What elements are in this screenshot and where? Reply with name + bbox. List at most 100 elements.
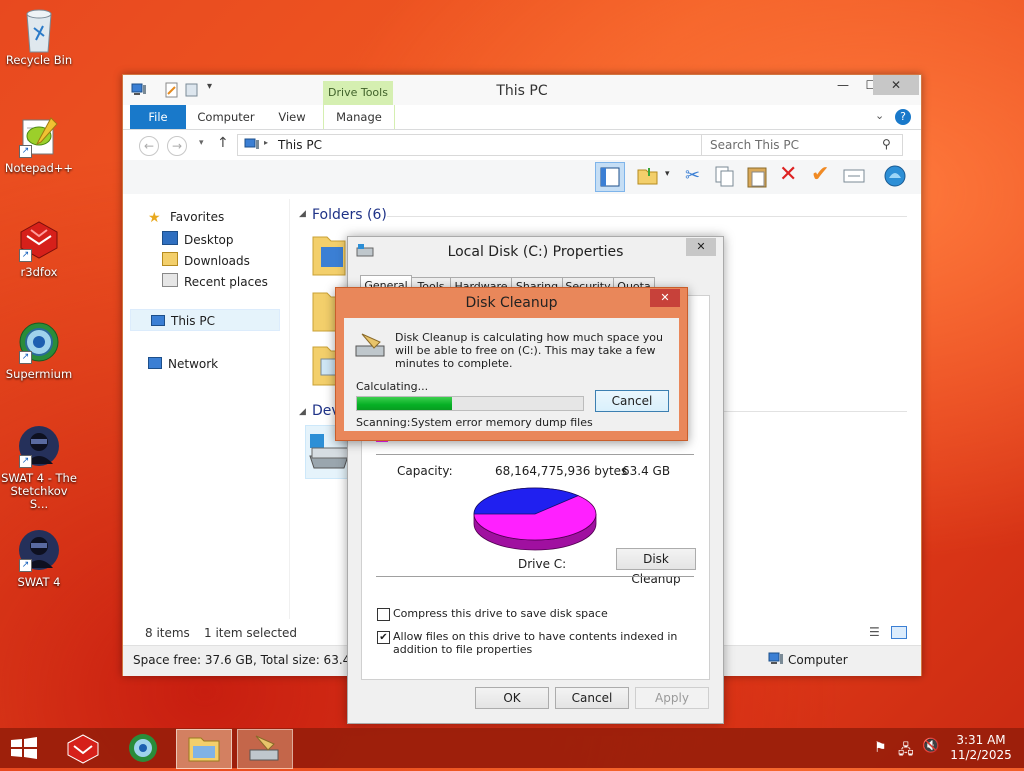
nav-network-label: Network [168,357,219,371]
nav-recent-places[interactable]: Recent places [162,273,268,289]
desktop-icon-recycle-bin[interactable]: Recycle Bin [0,6,78,67]
disk-cleanup-button[interactable]: Disk Cleanup [616,548,696,586]
taskbar-file-explorer[interactable] [176,729,232,769]
address-bar[interactable]: ▸ This PC ⌄ [237,134,765,156]
cleanup-body: Disk Cleanup is calculating how much spa… [344,318,679,431]
checkmark-icon[interactable]: ✔ [811,162,829,187]
computer-icon [151,315,165,326]
compress-label: Compress this drive to save disk space [393,607,608,620]
desktop-icon-swat4-stetchkov[interactable]: ↗ SWAT 4 - The Stetchkov S... [0,424,78,511]
clock[interactable]: 3:31 AM 11/2/2025 [946,733,1016,763]
copy-icon[interactable] [715,166,735,191]
nav-downloads[interactable]: Downloads [162,252,250,268]
index-checkbox[interactable]: ✔ [377,631,390,644]
help-icon[interactable]: ? [895,109,911,125]
content-divider [289,199,290,619]
tab-computer[interactable]: Computer [189,105,263,129]
paste-icon[interactable] [747,165,769,192]
cleanup-title: Disk Cleanup [465,295,558,311]
disk-cleanup-icon [354,332,388,363]
folders-group-header[interactable]: Folders (6) [312,207,387,223]
cleanup-cancel-button[interactable]: Cancel [595,390,669,412]
rename-icon[interactable] [843,169,865,186]
nav-desktop-label: Desktop [184,233,234,247]
volume-muted-icon[interactable]: 🔇 [922,738,939,754]
forward-icon[interactable]: → [167,136,187,156]
navigation-pane: ★ Favorites Desktop Downloads Recent plac… [130,199,288,619]
nav-this-pc[interactable]: This PC [130,309,280,331]
options-icon[interactable] [883,164,907,191]
calculating-label: Calculating... [356,380,429,393]
explorer-titlebar[interactable]: ▾ This PC — ☐ ✕ Drive Tools [123,75,921,105]
ribbon-expand-icon[interactable]: ⌄ [875,109,884,122]
recent-places-icon [162,273,178,287]
separator [376,576,694,577]
network-tray-icon[interactable]: 🖧 [898,739,914,763]
details-view-icon[interactable]: ☰ [869,625,880,639]
details-space-text: Space free: 37.6 GB, Total size: 63.4 GB [133,653,372,667]
search-input[interactable]: Search This PC ⚲ [701,134,903,156]
progress-fill [357,397,452,410]
nav-desktop[interactable]: Desktop [162,231,234,247]
progress-bar [356,396,584,411]
desktop-icon-label: Supermium [5,367,73,381]
back-icon[interactable]: ← [139,136,159,156]
close-button[interactable]: ✕ [873,75,919,95]
shortcut-arrow-icon: ↗ [19,455,32,468]
nav-network[interactable]: Network [148,357,218,371]
preview-pane-icon[interactable] [595,162,625,192]
action-center-flag-icon[interactable]: ⚑ [874,740,887,756]
open-folder-icon[interactable] [637,166,659,189]
desktop-icon-label: r3dfox [20,265,58,279]
open-dropdown-icon[interactable]: ▾ [665,169,670,179]
status-item-count: 8 items [145,626,190,640]
supermium-icon: ↗ [17,320,61,364]
minimize-button[interactable]: — [829,75,857,95]
properties-titlebar[interactable]: Local Disk (C:) Properties ✕ [348,237,723,265]
disk-cleanup-dialog[interactable]: Disk Cleanup ✕ Disk Cleanup is calculati… [335,287,688,441]
clock-time: 3:31 AM [956,733,1006,747]
cancel-button[interactable]: Cancel [555,687,629,709]
search-icon: ⚲ [882,137,891,151]
swat4-icon: ↗ [17,528,61,572]
properties-close-button[interactable]: ✕ [686,238,716,256]
desktop-icon-r3dfox[interactable]: ↗ r3dfox [0,218,78,279]
desktop-icon-notepadpp[interactable]: ↗ Notepad++ [0,114,78,175]
collapse-folders-icon[interactable]: ◢ [299,209,306,219]
collapse-devices-icon[interactable]: ◢ [299,407,306,417]
taskbar-supermium[interactable] [116,729,170,767]
recent-locations-icon[interactable]: ▾ [199,138,204,148]
tab-file[interactable]: File [130,105,186,129]
large-icons-view-icon[interactable] [891,626,907,639]
folders-group-rule [387,216,907,217]
cleanup-close-button[interactable]: ✕ [650,289,680,307]
delete-icon[interactable]: ✕ [779,162,797,187]
computer-icon [768,652,784,669]
start-button[interactable] [10,737,38,762]
clock-date: 11/2/2025 [950,748,1012,762]
explorer-title: This PC [496,83,548,99]
tab-manage[interactable]: Manage [323,105,395,129]
taskbar-r3dfox[interactable] [56,729,110,767]
up-icon[interactable]: ↑ [217,135,229,151]
ok-button[interactable]: OK [475,687,549,709]
taskbar-disk-cleanup[interactable] [237,729,293,769]
breadcrumb-separator-icon: ▸ [264,138,269,147]
folder-item[interactable] [311,233,347,280]
tab-view[interactable]: View [269,105,315,129]
desktop-icon-label: Notepad++ [4,161,74,175]
star-icon: ★ [148,210,161,226]
desktop-icon-supermium[interactable]: ↗ Supermium [0,320,78,381]
apply-button[interactable]: Apply [635,687,709,709]
swat4-stetchkov-icon: ↗ [17,424,61,468]
nav-this-pc-label: This PC [171,314,215,328]
cleanup-message: Disk Cleanup is calculating how much spa… [395,331,663,370]
compress-checkbox[interactable] [377,608,390,621]
cut-icon[interactable]: ✂ [685,165,700,186]
desktop-icon-label: SWAT 4 - The Stetchkov S... [1,471,77,511]
nav-favorites[interactable]: ★ Favorites [148,210,224,226]
shortcut-arrow-icon: ↗ [19,249,32,262]
desktop-icon-swat4[interactable]: ↗ SWAT 4 [0,528,78,589]
address-row: ← → ▾ ↑ ▸ This PC ⌄ ↻ Search This PC ⚲ [123,130,921,160]
computer-icon [244,138,260,154]
